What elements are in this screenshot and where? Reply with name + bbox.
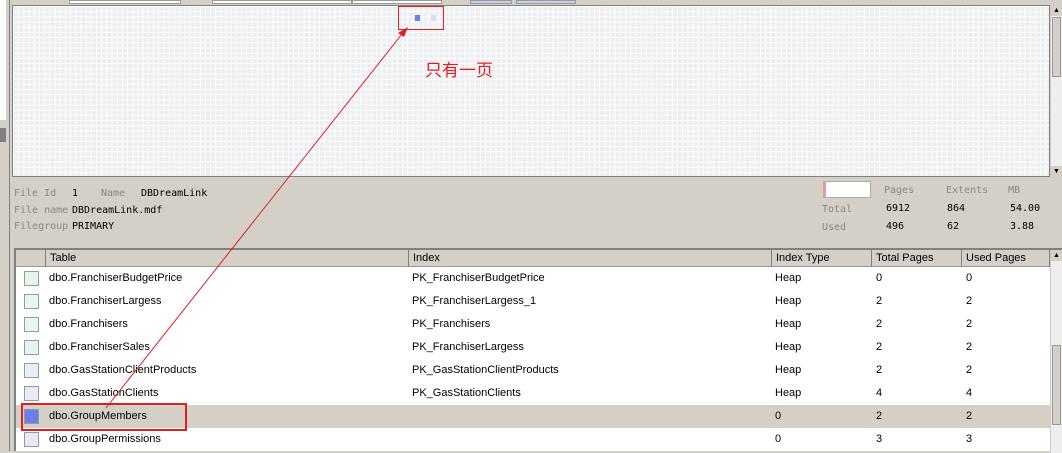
scroll-down-icon[interactable]: ▼ bbox=[1051, 166, 1062, 177]
index-name: PK_FranchiserLargess bbox=[412, 341, 524, 353]
total-extents: 864 bbox=[947, 203, 966, 214]
total-pages: 2 bbox=[876, 318, 883, 330]
scroll-thumb[interactable] bbox=[1052, 345, 1061, 425]
index-name: PK_GasStationClients bbox=[412, 387, 521, 399]
header-index[interactable]: Index bbox=[409, 250, 772, 267]
toolbar-button[interactable] bbox=[516, 0, 576, 4]
table-color-swatch bbox=[24, 432, 39, 447]
table-name: dbo.FranchiserBudgetPrice bbox=[49, 272, 183, 284]
used-pages: 2 bbox=[966, 318, 973, 330]
page-allocation-map[interactable] bbox=[12, 5, 1050, 177]
name-label: Name bbox=[101, 188, 126, 199]
table-name: dbo.FranchiserSales bbox=[49, 341, 150, 353]
file-id-label: File Id bbox=[14, 188, 57, 199]
used-pages: 2 bbox=[966, 295, 973, 307]
table-name: dbo.Franchisers bbox=[49, 318, 128, 330]
used-mb: 3.88 bbox=[1010, 221, 1035, 232]
header-color[interactable] bbox=[16, 250, 46, 267]
used-pages: 3 bbox=[966, 433, 973, 445]
used-pages: 496 bbox=[886, 221, 905, 232]
index-name: PK_Franchisers bbox=[412, 318, 491, 330]
map-scrollbar[interactable]: ▲ ▼ bbox=[1050, 5, 1062, 177]
file-name-value: DBDreamLink.mdf bbox=[72, 205, 163, 216]
used-pages: 2 bbox=[966, 364, 973, 376]
annotation-text: 只有一页 bbox=[425, 61, 493, 81]
total-pages: 3 bbox=[876, 433, 883, 445]
header-index-type[interactable]: Index Type bbox=[772, 250, 872, 267]
index-type: Heap bbox=[775, 387, 802, 399]
file-id-value: 1 bbox=[72, 188, 79, 199]
filegroup-value: PRIMARY bbox=[72, 221, 115, 232]
scroll-up-icon[interactable]: ▲ bbox=[1051, 250, 1062, 261]
total-mb: 54.00 bbox=[1010, 203, 1041, 214]
pages-header: Pages bbox=[884, 185, 915, 196]
toolbar-field[interactable] bbox=[352, 0, 442, 4]
index-type: 0 bbox=[775, 410, 782, 422]
total-pages: 2 bbox=[876, 364, 883, 376]
index-type: Heap bbox=[775, 318, 802, 330]
total-pages: 2 bbox=[876, 295, 883, 307]
toolbar-field[interactable] bbox=[212, 0, 352, 4]
legend-color-box bbox=[823, 181, 871, 198]
header-table[interactable]: Table bbox=[46, 250, 409, 267]
file-name-label: File name bbox=[14, 205, 69, 216]
total-pages: 4 bbox=[876, 387, 883, 399]
total-pages: 2 bbox=[876, 410, 883, 422]
highlight-box-map bbox=[398, 6, 444, 30]
total-pages: 0 bbox=[876, 272, 883, 284]
extents-header: Extents bbox=[946, 185, 989, 196]
index-type: Heap bbox=[775, 341, 802, 353]
scroll-up-icon[interactable]: ▲ bbox=[1051, 5, 1062, 16]
index-type: Heap bbox=[775, 364, 802, 376]
index-name: PK_GasStationClientProducts bbox=[412, 364, 559, 376]
toolbar-button[interactable] bbox=[470, 0, 512, 4]
table-name: dbo.GasStationClientProducts bbox=[49, 364, 197, 376]
used-pages: 2 bbox=[966, 410, 973, 422]
index-name: PK_FranchiserBudgetPrice bbox=[412, 272, 545, 284]
table-color-swatch bbox=[24, 386, 39, 401]
index-name: PK_FranchiserLargess_1 bbox=[412, 295, 537, 307]
table-color-swatch bbox=[24, 271, 39, 286]
used-pages: 0 bbox=[966, 272, 973, 284]
used-label: Used bbox=[822, 222, 847, 233]
left-panel-edge bbox=[0, 0, 10, 451]
name-value: DBDreamLink bbox=[141, 188, 208, 199]
table-row[interactable]: dbo.GasStationClientProducts PK_GasStati… bbox=[16, 359, 1050, 382]
table-row[interactable]: dbo.GasStationClients PK_GasStationClien… bbox=[16, 382, 1050, 405]
table-color-swatch bbox=[24, 294, 39, 309]
table-color-swatch bbox=[24, 340, 39, 355]
grid-scrollbar[interactable]: ▲ bbox=[1050, 250, 1062, 453]
total-pages: 2 bbox=[876, 341, 883, 353]
filegroup-label: Filegroup bbox=[14, 221, 69, 232]
index-type: 0 bbox=[775, 433, 782, 445]
used-pages: 2 bbox=[966, 341, 973, 353]
table-row[interactable]: dbo.FranchiserLargess PK_FranchiserLarge… bbox=[16, 290, 1050, 313]
table-row[interactable]: dbo.GroupPermissions 0 3 3 bbox=[16, 428, 1050, 451]
mb-header: MB bbox=[1008, 185, 1021, 196]
scroll-thumb[interactable] bbox=[1052, 17, 1061, 77]
table-name: dbo.FranchiserLargess bbox=[49, 295, 162, 307]
file-info-panel: File Id 1 Name DBDreamLink File name DBD… bbox=[12, 178, 1062, 246]
index-type: Heap bbox=[775, 272, 802, 284]
highlight-box-row bbox=[21, 403, 187, 431]
table-row[interactable]: dbo.Franchisers PK_Franchisers Heap 2 2 bbox=[16, 313, 1050, 336]
table-row[interactable]: dbo.FranchiserBudgetPrice PK_FranchiserB… bbox=[16, 267, 1050, 290]
header-used-pages[interactable]: Used Pages bbox=[962, 250, 1050, 267]
index-type: Heap bbox=[775, 295, 802, 307]
table-color-swatch bbox=[24, 363, 39, 378]
header-total-pages[interactable]: Total Pages bbox=[872, 250, 962, 267]
toolbar-field[interactable] bbox=[69, 0, 181, 4]
total-label: Total bbox=[822, 204, 853, 215]
total-pages: 6912 bbox=[886, 203, 911, 214]
table-name: dbo.GroupPermissions bbox=[49, 433, 161, 445]
table-name: dbo.GasStationClients bbox=[49, 387, 159, 399]
used-extents: 62 bbox=[947, 221, 960, 232]
used-pages: 4 bbox=[966, 387, 973, 399]
table-color-swatch bbox=[24, 317, 39, 332]
table-row[interactable]: dbo.FranchiserSales PK_FranchiserLargess… bbox=[16, 336, 1050, 359]
